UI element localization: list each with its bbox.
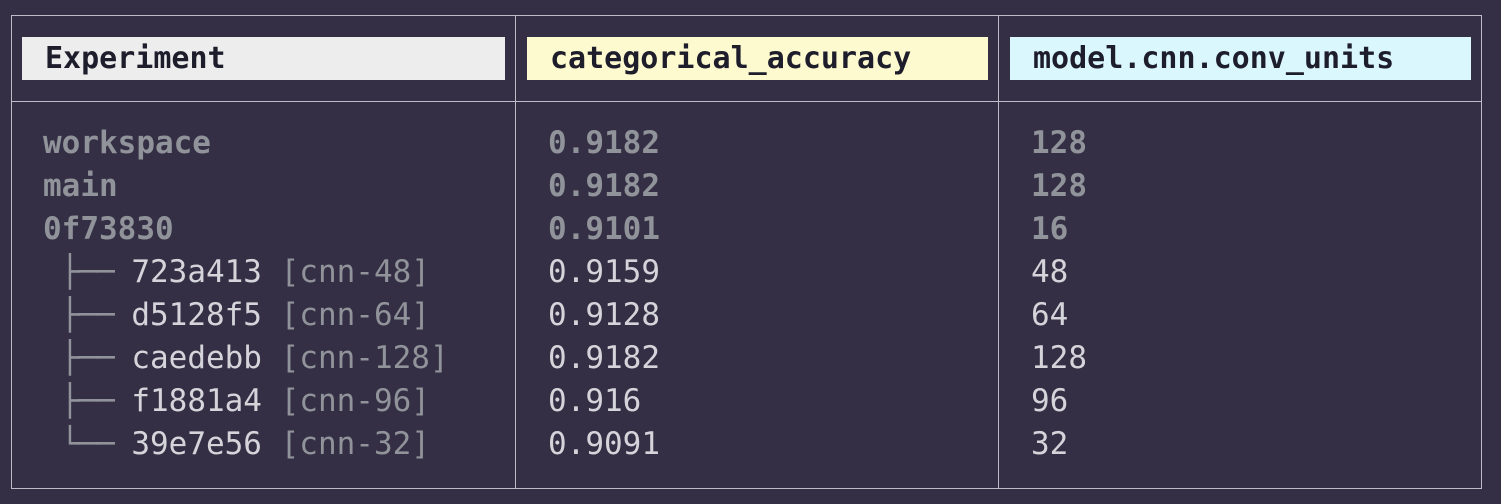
experiment-name: workspace	[43, 125, 211, 161]
experiment-cell: ├── caedebb [cnn-128]	[43, 337, 449, 380]
experiment-cell: └── 39e7e56 [cnn-32]	[43, 423, 430, 466]
experiment-name: 0f73830	[43, 211, 174, 247]
header-conv-units: model.cnn.conv_units	[1010, 37, 1471, 80]
experiment-tag: [cnn-48]	[280, 254, 430, 290]
tree-branch: ├──	[43, 383, 132, 419]
conv-units-cell: 96	[1031, 383, 1069, 419]
accuracy-cell: 0.9182	[548, 125, 660, 161]
table-row[interactable]: ├── 723a413 [cnn-48] 0.9159 48	[12, 251, 1481, 294]
accuracy-cell: 0.9182	[548, 340, 660, 376]
tree-branch: ├──	[43, 297, 132, 333]
table-row[interactable]: ├── f1881a4 [cnn-96] 0.916 96	[12, 380, 1481, 423]
experiment-tag: [cnn-96]	[280, 383, 430, 419]
accuracy-cell: 0.9128	[548, 297, 660, 333]
table-row[interactable]: ├── caedebb [cnn-128] 0.9182 128	[12, 337, 1481, 380]
experiment-cell: 0f73830	[43, 208, 174, 251]
table-row[interactable]: ├── d5128f5 [cnn-64] 0.9128 64	[12, 294, 1481, 337]
accuracy-cell: 0.916	[548, 383, 642, 419]
tree-branch: └──	[43, 426, 132, 462]
conv-units-cell: 64	[1031, 297, 1069, 333]
header-experiment: Experiment	[22, 37, 505, 80]
experiment-name: main	[43, 168, 118, 204]
accuracy-cell: 0.9159	[548, 254, 660, 290]
header-categorical-accuracy: categorical_accuracy	[527, 37, 988, 80]
accuracy-cell: 0.9182	[548, 168, 660, 204]
tree-branch: ├──	[43, 254, 132, 290]
conv-units-cell: 32	[1031, 426, 1069, 462]
table-row[interactable]: 0f73830 0.9101 16	[12, 208, 1481, 251]
experiment-cell: ├── 723a413 [cnn-48]	[43, 251, 430, 294]
table-row[interactable]: workspace 0.9182 128	[12, 122, 1481, 165]
experiment-name: f1881a4	[131, 383, 281, 419]
experiment-tag: [cnn-128]	[280, 340, 449, 376]
header-divider	[12, 101, 1481, 102]
accuracy-cell: 0.9101	[548, 211, 660, 247]
experiment-name: d5128f5	[131, 297, 281, 333]
experiment-name: 723a413	[131, 254, 281, 290]
experiment-cell: ├── f1881a4 [cnn-96]	[43, 380, 430, 423]
experiment-name: caedebb	[131, 340, 281, 376]
conv-units-cell: 128	[1031, 168, 1087, 204]
experiment-tag: [cnn-64]	[280, 297, 430, 333]
experiments-table: Experiment categorical_accuracy model.cn…	[11, 15, 1482, 489]
experiment-cell: main	[43, 165, 118, 208]
experiment-cell: ├── d5128f5 [cnn-64]	[43, 294, 430, 337]
experiment-tag: [cnn-32]	[280, 426, 430, 462]
conv-units-cell: 16	[1031, 211, 1069, 247]
experiment-cell: workspace	[43, 122, 211, 165]
conv-units-cell: 128	[1031, 340, 1087, 376]
conv-units-cell: 48	[1031, 254, 1069, 290]
accuracy-cell: 0.9091	[548, 426, 660, 462]
table-body: workspace 0.9182 128 main 0.9182 128 0f73830 0.…	[12, 122, 1481, 466]
table-row[interactable]: main 0.9182 128	[12, 165, 1481, 208]
tree-branch: ├──	[43, 340, 132, 376]
experiment-name: 39e7e56	[131, 426, 281, 462]
table-row[interactable]: └── 39e7e56 [cnn-32] 0.9091 32	[12, 423, 1481, 466]
conv-units-cell: 128	[1031, 125, 1087, 161]
